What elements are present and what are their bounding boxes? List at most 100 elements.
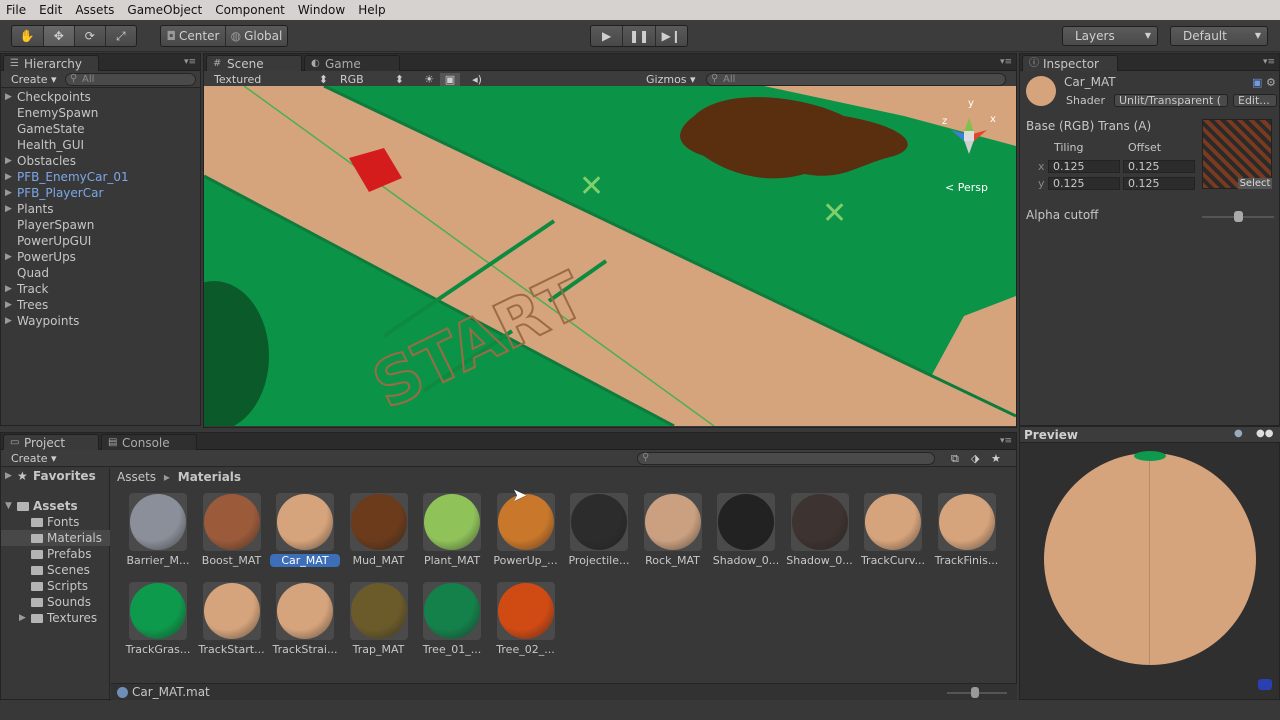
hierarchy-item[interactable]: ▶ PFB_PlayerCar: [1, 185, 201, 201]
render-mode-dropdown[interactable]: Textured ⬍: [214, 73, 328, 86]
asset-item[interactable]: Shadow_0...: [711, 493, 781, 573]
alpha-slider-handle[interactable]: [1234, 211, 1243, 222]
hierarchy-item[interactable]: EnemySpawn: [1, 105, 201, 121]
folder-item-sounds[interactable]: Sounds: [1, 594, 110, 610]
thumb-size-handle[interactable]: [971, 687, 979, 698]
create-button[interactable]: Create ▾: [11, 73, 57, 86]
tab-scene[interactable]: # Scene: [206, 55, 302, 71]
preview-sphere[interactable]: [1044, 451, 1256, 665]
expand-arrow-icon[interactable]: ▶: [5, 281, 12, 297]
help-icon[interactable]: ▣: [1252, 76, 1262, 89]
tab-hierarchy[interactable]: ☰ Hierarchy: [3, 55, 99, 71]
tab-project[interactable]: ▭ Project: [3, 434, 99, 450]
asset-item[interactable]: Car_MAT: [270, 493, 340, 573]
folder-item-scripts[interactable]: Scripts: [1, 578, 110, 594]
edit-shader-button[interactable]: Edit...: [1233, 94, 1277, 107]
menu-item-component[interactable]: Component: [209, 0, 292, 20]
hierarchy-item[interactable]: PlayerSpawn: [1, 217, 201, 233]
preview-sphere-icon[interactable]: ●: [1234, 428, 1243, 439]
pause-icon[interactable]: ❚❚: [623, 26, 656, 46]
project-search-input[interactable]: ⚲: [637, 452, 935, 465]
menu-item-help[interactable]: Help: [352, 0, 392, 20]
asset-item[interactable]: Barrier_M...: [123, 493, 193, 573]
expand-arrow-icon[interactable]: ▶: [19, 610, 26, 626]
hierarchy-item[interactable]: ▶ Checkpoints: [1, 89, 201, 105]
expand-arrow-icon[interactable]: ▶: [5, 89, 12, 105]
folder-item-prefabs[interactable]: Prefabs: [1, 546, 110, 562]
pivot-global-button[interactable]: ◍ Global: [226, 26, 287, 46]
asset-item[interactable]: Projectile...: [564, 493, 634, 573]
folder-item-scenes[interactable]: Scenes: [1, 562, 110, 578]
hierarchy-item[interactable]: ▶ Track: [1, 281, 201, 297]
hierarchy-item[interactable]: ▶ Plants: [1, 201, 201, 217]
asset-item[interactable]: TrackFinis...: [932, 493, 1002, 573]
hierarchy-item[interactable]: PowerUpGUI: [1, 233, 201, 249]
step-icon[interactable]: ▶❙: [656, 26, 687, 46]
search-input[interactable]: ⚲ All: [65, 73, 196, 86]
tab-inspector[interactable]: ⓘ Inspector: [1022, 55, 1118, 71]
gear-icon[interactable]: ⚙: [1266, 76, 1276, 89]
asset-item[interactable]: TrackCurv...: [858, 493, 928, 573]
folder-item-textures[interactable]: ▶ Textures: [1, 610, 110, 626]
asset-item[interactable]: TrackStrai...: [270, 582, 340, 662]
channel-dropdown[interactable]: RGB ⬍: [340, 73, 404, 86]
asset-item[interactable]: Tree_02_...: [491, 582, 561, 662]
tab-game[interactable]: ◐ Game: [304, 55, 400, 71]
expand-arrow-icon[interactable]: ▶: [5, 313, 12, 329]
offset-y-field[interactable]: 0.125: [1123, 177, 1195, 190]
menu-item-file[interactable]: File: [0, 0, 33, 20]
filter-type-icon[interactable]: ⧉: [951, 452, 959, 465]
asset-item[interactable]: Shadow_0...: [785, 493, 855, 573]
filter-label-icon[interactable]: ⬗: [971, 452, 979, 465]
effects-toggle-icon[interactable]: ▣: [440, 73, 460, 86]
hierarchy-item[interactable]: Health_GUI: [1, 137, 201, 153]
hierarchy-item[interactable]: ▶ Obstacles: [1, 153, 201, 169]
scale-tool-icon[interactable]: ⤢: [106, 26, 136, 46]
menu-item-gameobject[interactable]: GameObject: [121, 0, 209, 20]
breadcrumb-assets[interactable]: Assets: [117, 470, 156, 484]
offset-x-field[interactable]: 0.125: [1123, 160, 1195, 173]
hierarchy-item[interactable]: ▶ PFB_EnemyCar_01: [1, 169, 201, 185]
tiling-y-field[interactable]: 0.125: [1048, 177, 1120, 190]
asset-item[interactable]: Trap_MAT: [344, 582, 414, 662]
select-texture-button[interactable]: Select: [1238, 178, 1272, 189]
breadcrumb-materials[interactable]: Materials: [178, 470, 241, 484]
menu-item-assets[interactable]: Assets: [69, 0, 121, 20]
folder-item-fonts[interactable]: Fonts: [1, 514, 110, 530]
expand-arrow-icon[interactable]: ▶: [5, 153, 12, 169]
gizmos-dropdown[interactable]: Gizmos ▾: [646, 73, 696, 86]
favorite-star-icon[interactable]: ★: [991, 452, 1001, 465]
layout-dropdown[interactable]: Default ▼: [1170, 26, 1268, 46]
panel-menu-icon[interactable]: ▾≡: [184, 57, 196, 67]
preview-toggle-icon[interactable]: [1258, 679, 1272, 690]
hand-tool-icon[interactable]: ✋: [12, 26, 44, 46]
expand-arrow-icon[interactable]: ▶: [5, 297, 12, 313]
asset-item[interactable]: Mud_MAT: [344, 493, 414, 573]
panel-menu-icon[interactable]: ▾≡: [1000, 57, 1012, 67]
scene-view[interactable]: START ✕ ✕ y x z < Persp: [204, 86, 1016, 426]
asset-item[interactable]: Tree_01_...: [417, 582, 487, 662]
preview-light-icon[interactable]: ●●: [1256, 428, 1273, 439]
panel-menu-icon[interactable]: ▾≡: [1263, 57, 1275, 67]
lighting-toggle-icon[interactable]: ☀: [420, 73, 438, 86]
hierarchy-item[interactable]: Quad: [1, 265, 201, 281]
hierarchy-item[interactable]: ▶ PowerUps: [1, 249, 201, 265]
move-tool-icon[interactable]: ✥: [43, 26, 75, 46]
hierarchy-item[interactable]: GameState: [1, 121, 201, 137]
project-create-button[interactable]: Create ▾: [11, 452, 57, 465]
hierarchy-item[interactable]: ▶ Waypoints: [1, 313, 201, 329]
expand-arrow-icon[interactable]: ▶: [5, 249, 12, 265]
menu-item-window[interactable]: Window: [292, 0, 352, 20]
audio-toggle-icon[interactable]: ◂): [468, 73, 486, 86]
hierarchy-item[interactable]: ▶ Trees: [1, 297, 201, 313]
expand-arrow-icon[interactable]: ▶: [5, 201, 12, 217]
asset-item[interactable]: Plant_MAT: [417, 493, 487, 573]
layers-dropdown[interactable]: Layers ▼: [1062, 26, 1158, 46]
rotate-tool-icon[interactable]: ⟳: [75, 26, 106, 46]
menu-item-edit[interactable]: Edit: [33, 0, 69, 20]
panel-menu-icon[interactable]: ▾≡: [1000, 436, 1012, 446]
asset-item[interactable]: TrackStart...: [197, 582, 267, 662]
pivot-center-button[interactable]: ◘ Center: [161, 26, 226, 46]
scene-search-input[interactable]: ⚲ All: [706, 73, 1006, 86]
expand-arrow-icon[interactable]: ▶: [5, 185, 12, 201]
